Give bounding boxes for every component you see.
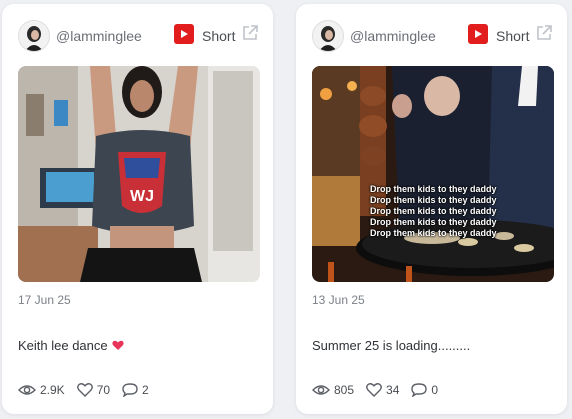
heart-icon (366, 383, 382, 397)
post-thumbnail[interactable]: WJ (18, 66, 260, 282)
username[interactable]: @lamminglee (56, 28, 142, 44)
avatar[interactable] (312, 20, 344, 52)
svg-text:WJ: WJ (130, 188, 154, 205)
youtube-icon (174, 24, 194, 44)
likes-stat: 34 (366, 383, 399, 397)
post-thumbnail[interactable]: Drop them kids to they daddy Drop them k… (312, 66, 554, 282)
post-stats: 2.9K 70 2 (18, 381, 161, 399)
views-stat: 2.9K (18, 383, 65, 397)
comment-icon (411, 383, 428, 397)
post-stats: 805 34 0 (312, 381, 450, 399)
post-card[interactable]: @lamminglee Short WJ 17 Jun 25 Keith lee… (2, 4, 273, 414)
post-caption: Summer 25 is loading......... (312, 338, 470, 353)
comments-count: 0 (431, 383, 439, 397)
overlay-line: Drop them kids to they daddy (370, 228, 497, 238)
post-header: @lamminglee Short (312, 20, 554, 52)
overlay-line: Drop them kids to they daddy (370, 217, 497, 227)
caption-text: Keith lee dance (18, 338, 108, 353)
platform-label: Short (496, 28, 530, 44)
post-date: 17 Jun 25 (18, 293, 71, 307)
caption-text: Summer 25 is loading......... (312, 338, 471, 353)
comment-icon (122, 383, 138, 397)
overlay-line: Drop them kids to they daddy (370, 195, 497, 205)
post-header: @lamminglee Short (18, 20, 260, 52)
eye-icon (312, 385, 330, 395)
heart-icon (76, 383, 93, 397)
platform-label: Short (202, 28, 236, 44)
youtube-icon (468, 24, 488, 44)
likes-stat: 70 (76, 383, 111, 397)
likes-count: 70 (96, 383, 111, 397)
views-count: 805 (334, 383, 355, 397)
views-count: 2.9K (40, 383, 65, 397)
post-card[interactable]: @lamminglee Short Drop them kids to they… (296, 4, 567, 414)
heart-emoji-icon (112, 339, 124, 354)
overlay-line: Drop them kids to they daddy (370, 184, 497, 194)
username[interactable]: @lamminglee (350, 28, 436, 44)
comments-count: 2 (142, 383, 149, 397)
avatar[interactable] (18, 20, 50, 52)
likes-count: 34 (386, 383, 400, 397)
post-caption: Keith lee dance (18, 338, 124, 354)
overlay-line: Drop them kids to they daddy (370, 206, 497, 216)
comments-stat: 2 (122, 383, 149, 397)
video-overlay-text: Drop them kids to they daddy Drop them k… (370, 184, 497, 239)
views-stat: 805 (312, 383, 354, 397)
external-link-icon[interactable] (240, 23, 260, 43)
post-date: 13 Jun 25 (312, 293, 365, 307)
external-link-icon[interactable] (534, 23, 554, 43)
eye-icon (18, 385, 36, 395)
comments-stat: 0 (411, 383, 438, 397)
